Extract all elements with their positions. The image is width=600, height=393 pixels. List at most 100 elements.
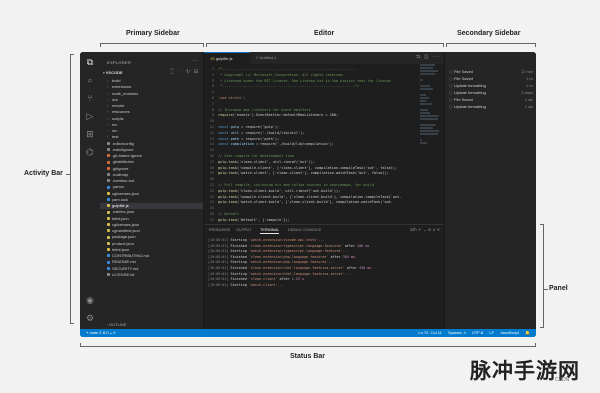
code-token: // Fast compile for development time — [218, 154, 294, 158]
timeline-entry[interactable]: ○ Update formatting 1 hr — [449, 82, 535, 89]
panel-tab-terminal[interactable]: TERMINAL — [260, 228, 280, 234]
code-token: ('compile-client-build', ['clean-client-… — [236, 194, 402, 199]
timeline-entry-time: 12 min — [520, 69, 533, 74]
problems-count[interactable]: ⊗ 0 ⚠ 0 — [103, 330, 116, 335]
panel-tab-debug-console[interactable]: DEBUG CONSOLE — [288, 228, 321, 232]
tab-gulpfile[interactable]: JS gulpfile.js — [204, 52, 250, 64]
tab-untitled[interactable]: ≡ Untitled-1 — [250, 52, 296, 64]
file-type-icon — [107, 210, 110, 214]
terminal-task: 'clean-extension:typescript-language-fea… — [248, 243, 343, 248]
tree-item-label: .yarnrc — [112, 184, 125, 190]
account-icon[interactable]: ◉ — [85, 296, 95, 306]
panel-tab-output[interactable]: OUTPUT — [236, 228, 252, 232]
timeline-entry[interactable]: ○ File Saved 1 hr — [449, 75, 535, 82]
code-token: ('default', ['compile']); — [236, 217, 290, 222]
code-token: // Default — [218, 212, 240, 216]
terminal-time: [10:00:01] — [208, 249, 229, 254]
terminal-time: [10:00:01] — [208, 254, 229, 259]
timeline-entry-label: Update formatting — [454, 104, 486, 109]
status-bar-callout: Status Bar — [290, 353, 326, 360]
run-debug-icon[interactable]: ▷ — [85, 112, 95, 122]
source-control-icon[interactable]: ⑂ — [85, 94, 95, 104]
explorer-toolbar[interactable]: 🗋 🗀 ↻ ⊟ — [170, 69, 199, 77]
timeline-entry[interactable]: ○ File Saved 12 min — [449, 68, 535, 75]
encoding[interactable]: UTF-8 — [472, 330, 483, 335]
terminal-shell: zsh — [409, 227, 417, 232]
timeline-entry-label: File Saved — [454, 69, 473, 74]
settings-gear-icon[interactable]: ⚙ — [85, 314, 95, 324]
editor-bracket — [206, 43, 444, 47]
panel-leader — [544, 289, 548, 290]
tab-label: Untitled-1 — [259, 55, 277, 60]
file-type-icon — [107, 191, 110, 195]
editor-actions[interactable]: ⇆ ◫ ··· — [416, 54, 440, 60]
tree-file[interactable]: LICENSE.txt — [100, 272, 203, 278]
tree-item-label: cglicenses.json — [112, 221, 140, 227]
terminal-task: 'clean-extension:php-language-features' — [248, 254, 329, 259]
tree-item-label: .eslintrc.json — [112, 209, 135, 215]
tree-item-label: package.json — [112, 234, 136, 240]
code-token: const — [218, 136, 231, 141]
search-icon[interactable]: ⌕ — [85, 76, 95, 86]
language-mode[interactable]: JavaScript — [500, 330, 519, 335]
primary-sidebar: EXPLORER ··· ▾ VSCODE 🗋 🗀 ↻ ⊟ › build › ext… — [100, 52, 204, 329]
terminal-after: after — [344, 243, 356, 248]
code-token: ('watch-client', ['clean-client'], compi… — [236, 171, 389, 176]
status-left[interactable]: ⑂ main ⟳ ⊗ 0 ⚠ 0 — [86, 329, 115, 337]
vscode-window: ⧉ ⌕ ⑂ ▷ ⊞ ⌬ ◉ ⚙ EXPLORER ··· ▾ VSCODE 🗋 … — [80, 52, 536, 337]
file-type-icon — [107, 141, 110, 145]
files-icon[interactable]: ⧉ — [85, 58, 95, 68]
file-type-icon — [107, 223, 110, 227]
outline-section[interactable]: › OUTLINE — [107, 322, 126, 327]
file-type-icon — [107, 273, 110, 277]
timeline-entry-time: 3 days — [521, 90, 533, 95]
end-of-line[interactable]: LF — [489, 330, 494, 335]
notifications-icon[interactable]: 🔔 — [525, 330, 530, 335]
code-token: = require('gulp'); — [239, 125, 280, 129]
branch-name[interactable]: main — [90, 330, 99, 335]
terminal-task: 'watch-client'... — [248, 282, 284, 287]
code-token: // Increase max listeners for event emit… — [218, 107, 311, 112]
sync-icon[interactable]: ⟳ — [99, 330, 101, 335]
tree-item-label: CONTRIBUTING.md — [112, 253, 150, 258]
terminal-task: 'watch-extension:typescript-language-fea… — [248, 249, 349, 254]
code-token: = require('./build/lib/util'); — [239, 130, 305, 135]
file-tree: › build › extensions › node_modules › out › remot… — [100, 78, 203, 278]
tree-item-label: tsfmt.json — [112, 246, 130, 252]
panel-tab-problems[interactable]: PROBLEMS — [209, 228, 230, 232]
terminal-time: [10:00:01] — [208, 243, 229, 248]
tree-item-label: tslint.json — [112, 215, 129, 221]
code-token: gulp.task — [218, 188, 237, 193]
timeline-entry-time: 1 wk — [524, 97, 533, 102]
terminal-verb: Finished — [230, 254, 247, 259]
code-token: ('watch-client-build', ['clean-client-bu… — [236, 200, 393, 205]
tree-item-label: product.json — [112, 240, 134, 246]
code-token: const — [218, 142, 231, 147]
timeline-entry[interactable]: ○ File Saved 1 wk — [449, 96, 535, 103]
file-type-icon — [107, 248, 110, 252]
terminal-task: 'watch-extension:php-language-features'.… — [248, 260, 335, 265]
tree-item-label: SECURITY.md — [112, 265, 139, 271]
tree-item-label: .gitignore — [112, 165, 129, 171]
tree-item-label: build — [112, 78, 121, 83]
terminal-time: [10:00:01] — [208, 266, 229, 270]
code-editor[interactable]: 1/*-------------------------------------… — [204, 64, 444, 224]
timeline-entry[interactable]: ○ Update formatting 3 days — [449, 89, 535, 96]
more-actions-icon[interactable]: ··· — [192, 58, 198, 64]
panel-actions[interactable]: zsh ＋ ⌄ ⊟ ∧ ✕ — [410, 227, 440, 233]
extensions-icon[interactable]: ⊞ — [85, 130, 95, 140]
file-type-icon — [107, 216, 110, 220]
file-type-icon — [107, 154, 110, 158]
timeline-entry[interactable]: ○ Update formatting 1 wk — [449, 103, 535, 110]
terminal-time: [10:00:01] — [208, 282, 229, 287]
code-token: gulp.task — [218, 159, 237, 164]
activity-bar-callout: Activity Bar — [24, 170, 63, 177]
terminal-task: 'watch-extension:html-language-features-… — [248, 271, 351, 276]
cursor-position[interactable]: Ln 72, Col 11 — [418, 330, 442, 335]
code-token: = require('path'); — [239, 136, 280, 141]
terminal-verb: Starting — [230, 249, 247, 254]
indentation[interactable]: Spaces: 4 — [448, 330, 466, 335]
tree-item-label: .git-blame-ignore — [112, 153, 143, 158]
remote-icon[interactable]: ⌬ — [85, 148, 95, 158]
file-type-icon — [107, 179, 110, 183]
